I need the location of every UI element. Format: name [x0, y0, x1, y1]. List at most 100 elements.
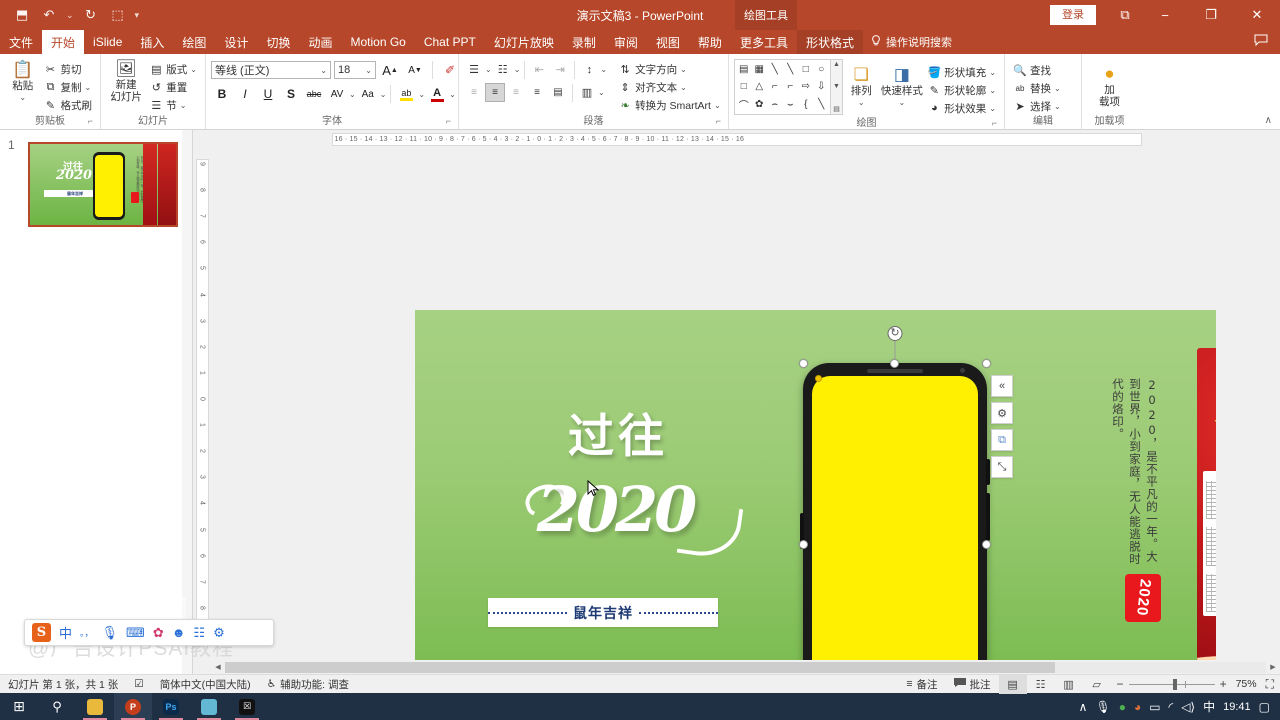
slide-horizontal-scrollbar[interactable]: ◀ ▶ — [211, 660, 1280, 674]
illustrator-taskbar-item[interactable] — [190, 693, 228, 720]
shape-fill-button[interactable]: 🪣 形状填充 ⌄ — [924, 63, 999, 81]
vertical-ruler[interactable]: 9 8 7 6 5 4 3 2 1 0 1 2 3 4 5 6 7 8 9 — [193, 148, 211, 650]
paste-chevron-icon[interactable]: ⌄ — [19, 92, 26, 104]
paragraph-dialog-launcher[interactable]: ⌐ — [716, 114, 721, 128]
arrange-chevron-icon[interactable]: ⌄ — [858, 97, 865, 109]
ribbon-display-options-icon[interactable]: ⧉ — [1108, 0, 1142, 30]
convert-to-smartart-button[interactable]: ❧ 转换为 SmartArt ⌄ — [615, 96, 724, 114]
update-icon[interactable]: ● — [1119, 700, 1126, 714]
slide-vertical-paragraph[interactable]: 2020，是不平凡的一年。大到世界，小到家庭，无人能逃脱时代的烙印。 — [1109, 378, 1160, 568]
new-slide-button[interactable]: 🖼 新建 幻灯片 — [106, 56, 146, 103]
shape-arc-icon[interactable]: ⌢ — [767, 96, 783, 113]
ime-emoji-icon[interactable]: ☻ — [172, 625, 186, 640]
photoshop-taskbar-item[interactable]: Ps — [152, 693, 190, 720]
size-position-icon[interactable]: ⤡ — [991, 456, 1013, 478]
slide-thumbnail-1[interactable]: 过往 2020 鼠年吉祥 2020，是不平凡的一年。大到世界，小到家庭，无人能逃… — [28, 142, 178, 227]
tab-draw[interactable]: 绘图 — [173, 30, 215, 54]
start-slideshow-icon[interactable]: ⬚ — [106, 4, 130, 26]
slide-sorter-view-button[interactable]: ☷ — [1027, 675, 1055, 694]
zoom-level-label[interactable]: 75% — [1232, 678, 1261, 690]
text-highlight-button[interactable]: ab — [395, 84, 417, 104]
shape-scribble-icon[interactable]: ✿ — [752, 96, 768, 113]
copy-chevron-icon[interactable]: ⌄ — [85, 83, 92, 92]
ime-voice-icon[interactable]: 🎙 — [102, 625, 119, 641]
font-size-combobox[interactable]: 18 ⌄ — [334, 61, 376, 79]
fit-slide-to-window-icon[interactable]: ⛶ — [1266, 677, 1274, 692]
bullets-chevron-icon[interactable]: ⌄ — [485, 65, 492, 74]
text-highlight-chevron-icon[interactable]: ⌄ — [418, 90, 425, 99]
tab-record[interactable]: 录制 — [563, 30, 605, 54]
ime-keyboard-icon[interactable]: ⌨ — [126, 625, 145, 641]
tab-shape-format[interactable]: 形状格式 — [796, 30, 863, 54]
shape-oval-icon[interactable]: ○ — [814, 61, 830, 78]
ime-skin-icon[interactable]: ✿ — [153, 625, 164, 641]
shape-down-arrow-icon[interactable]: ⇩ — [814, 78, 830, 95]
shape-recent-icon[interactable]: ▦ — [752, 61, 768, 78]
font-name-combobox[interactable]: 等线 (正文) ⌄ — [211, 61, 331, 79]
ime-settings-icon[interactable]: ⚙ — [213, 625, 225, 641]
layout-chevron-icon[interactable]: ⌄ — [190, 65, 197, 74]
undo-icon[interactable]: ↶ — [37, 4, 61, 26]
comments-icon[interactable] — [1254, 34, 1268, 49]
minimize-button[interactable]: − — [1142, 0, 1188, 30]
normal-view-button[interactable]: ▤ — [998, 674, 1027, 694]
align-left-button[interactable]: ≡ — [464, 83, 484, 102]
zoom-out-button[interactable]: − — [1117, 677, 1124, 691]
font-size-chevron-icon[interactable]: ⌄ — [365, 66, 372, 75]
shape-elbow-icon[interactable]: ⌐ — [767, 78, 783, 95]
layout-button[interactable]: ▤ 版式 ⌄ — [146, 60, 200, 78]
align-center-button[interactable]: ≡ — [485, 83, 505, 102]
justify-button[interactable]: ≡ — [527, 83, 547, 102]
section-button[interactable]: ☰ 节 ⌄ — [146, 96, 200, 114]
replace-button[interactable]: ab 替换 ⌄ — [1010, 79, 1064, 97]
shape-right-arrow-icon[interactable]: ⇨ — [798, 78, 814, 95]
zoom-in-button[interactable]: + — [1220, 677, 1227, 691]
horizontal-ruler[interactable]: 16 · 15 · 14 · 13 · 12 · 11 · 10 · 9 · 8… — [193, 130, 1280, 148]
line-spacing-chevron-icon[interactable]: ⌄ — [600, 65, 607, 74]
resize-handle-left[interactable] — [799, 540, 808, 549]
scroll-left-icon[interactable]: ◀ — [211, 663, 225, 671]
increase-indent-button[interactable]: ⇥ — [550, 60, 570, 79]
shape-curve-icon[interactable]: ⌣ — [783, 96, 799, 113]
slide-count-status[interactable]: 幻灯片 第 1 张，共 1 张 — [0, 677, 126, 692]
select-chevron-icon[interactable]: ⌄ — [1054, 102, 1061, 111]
clock-label[interactable]: 19:41 — [1223, 701, 1251, 713]
resize-handle-top[interactable] — [890, 359, 899, 368]
shape-fill-chevron-icon[interactable]: ⌄ — [989, 68, 996, 77]
layout-options-icon[interactable]: « — [991, 375, 1013, 397]
thumbnail-pane-scrollbar[interactable] — [182, 130, 192, 674]
spellcheck-status[interactable]: ☑ — [126, 678, 151, 690]
line-spacing-button[interactable]: ↕ — [579, 60, 599, 79]
ime-punctuation-icon[interactable]: 。， — [80, 626, 94, 639]
restore-button[interactable]: ❐ — [1188, 0, 1234, 30]
shapes-more-icon[interactable]: ▤ — [833, 105, 840, 113]
undo-chevron-icon[interactable]: ⌄ — [64, 10, 76, 21]
tab-design[interactable]: 设计 — [215, 30, 257, 54]
drawing-dialog-launcher[interactable]: ⌐ — [992, 116, 997, 130]
underline-button[interactable]: U — [257, 84, 279, 104]
wifi-icon[interactable]: ◜ — [1169, 700, 1174, 714]
shape-outline-button[interactable]: ✎ 形状轮廓 ⌄ — [924, 81, 999, 99]
select-button[interactable]: ➤ 选择 ⌄ — [1010, 97, 1064, 115]
shapes-gallery[interactable]: ▤ ▦ ╲ ╲ □ ○ □ △ ⌐ ⌐ ⇨ ⇩ ⌒ ✿ ⌢ ⌣ {╲ — [734, 59, 831, 115]
show-hidden-icons-icon[interactable]: ∧ — [1079, 700, 1088, 714]
resize-handle-top-left[interactable] — [799, 359, 808, 368]
signin-button[interactable]: 登录 — [1050, 5, 1096, 25]
battery-icon[interactable]: ▭ — [1149, 700, 1160, 714]
bring-forward-icon[interactable]: ⧉ — [991, 429, 1013, 451]
tab-insert[interactable]: 插入 — [131, 30, 173, 54]
shape-line-icon[interactable]: ╲ — [767, 61, 783, 78]
shape-arrow-icon[interactable]: ╲ — [783, 61, 799, 78]
clipboard-dialog-launcher[interactable]: ⌐ — [88, 114, 93, 128]
shape-textbox-icon[interactable]: ▤ — [736, 61, 752, 78]
bullets-button[interactable]: ☰ — [464, 60, 484, 79]
reading-view-button[interactable]: ▥ — [1055, 675, 1083, 694]
columns-chevron-icon[interactable]: ⌄ — [598, 88, 605, 97]
shape-freeform-icon[interactable]: ⌒ — [736, 96, 752, 113]
columns-button[interactable]: ▥ — [577, 83, 597, 102]
increase-font-size-button[interactable]: A ▲ — [379, 60, 401, 80]
adjustment-handle[interactable] — [815, 375, 822, 382]
language-status[interactable]: 简体中文(中国大陆) — [152, 677, 259, 692]
ime-tools-icon[interactable]: ☷ — [193, 625, 205, 641]
collapse-ribbon-button[interactable]: ∧ — [1265, 115, 1272, 126]
